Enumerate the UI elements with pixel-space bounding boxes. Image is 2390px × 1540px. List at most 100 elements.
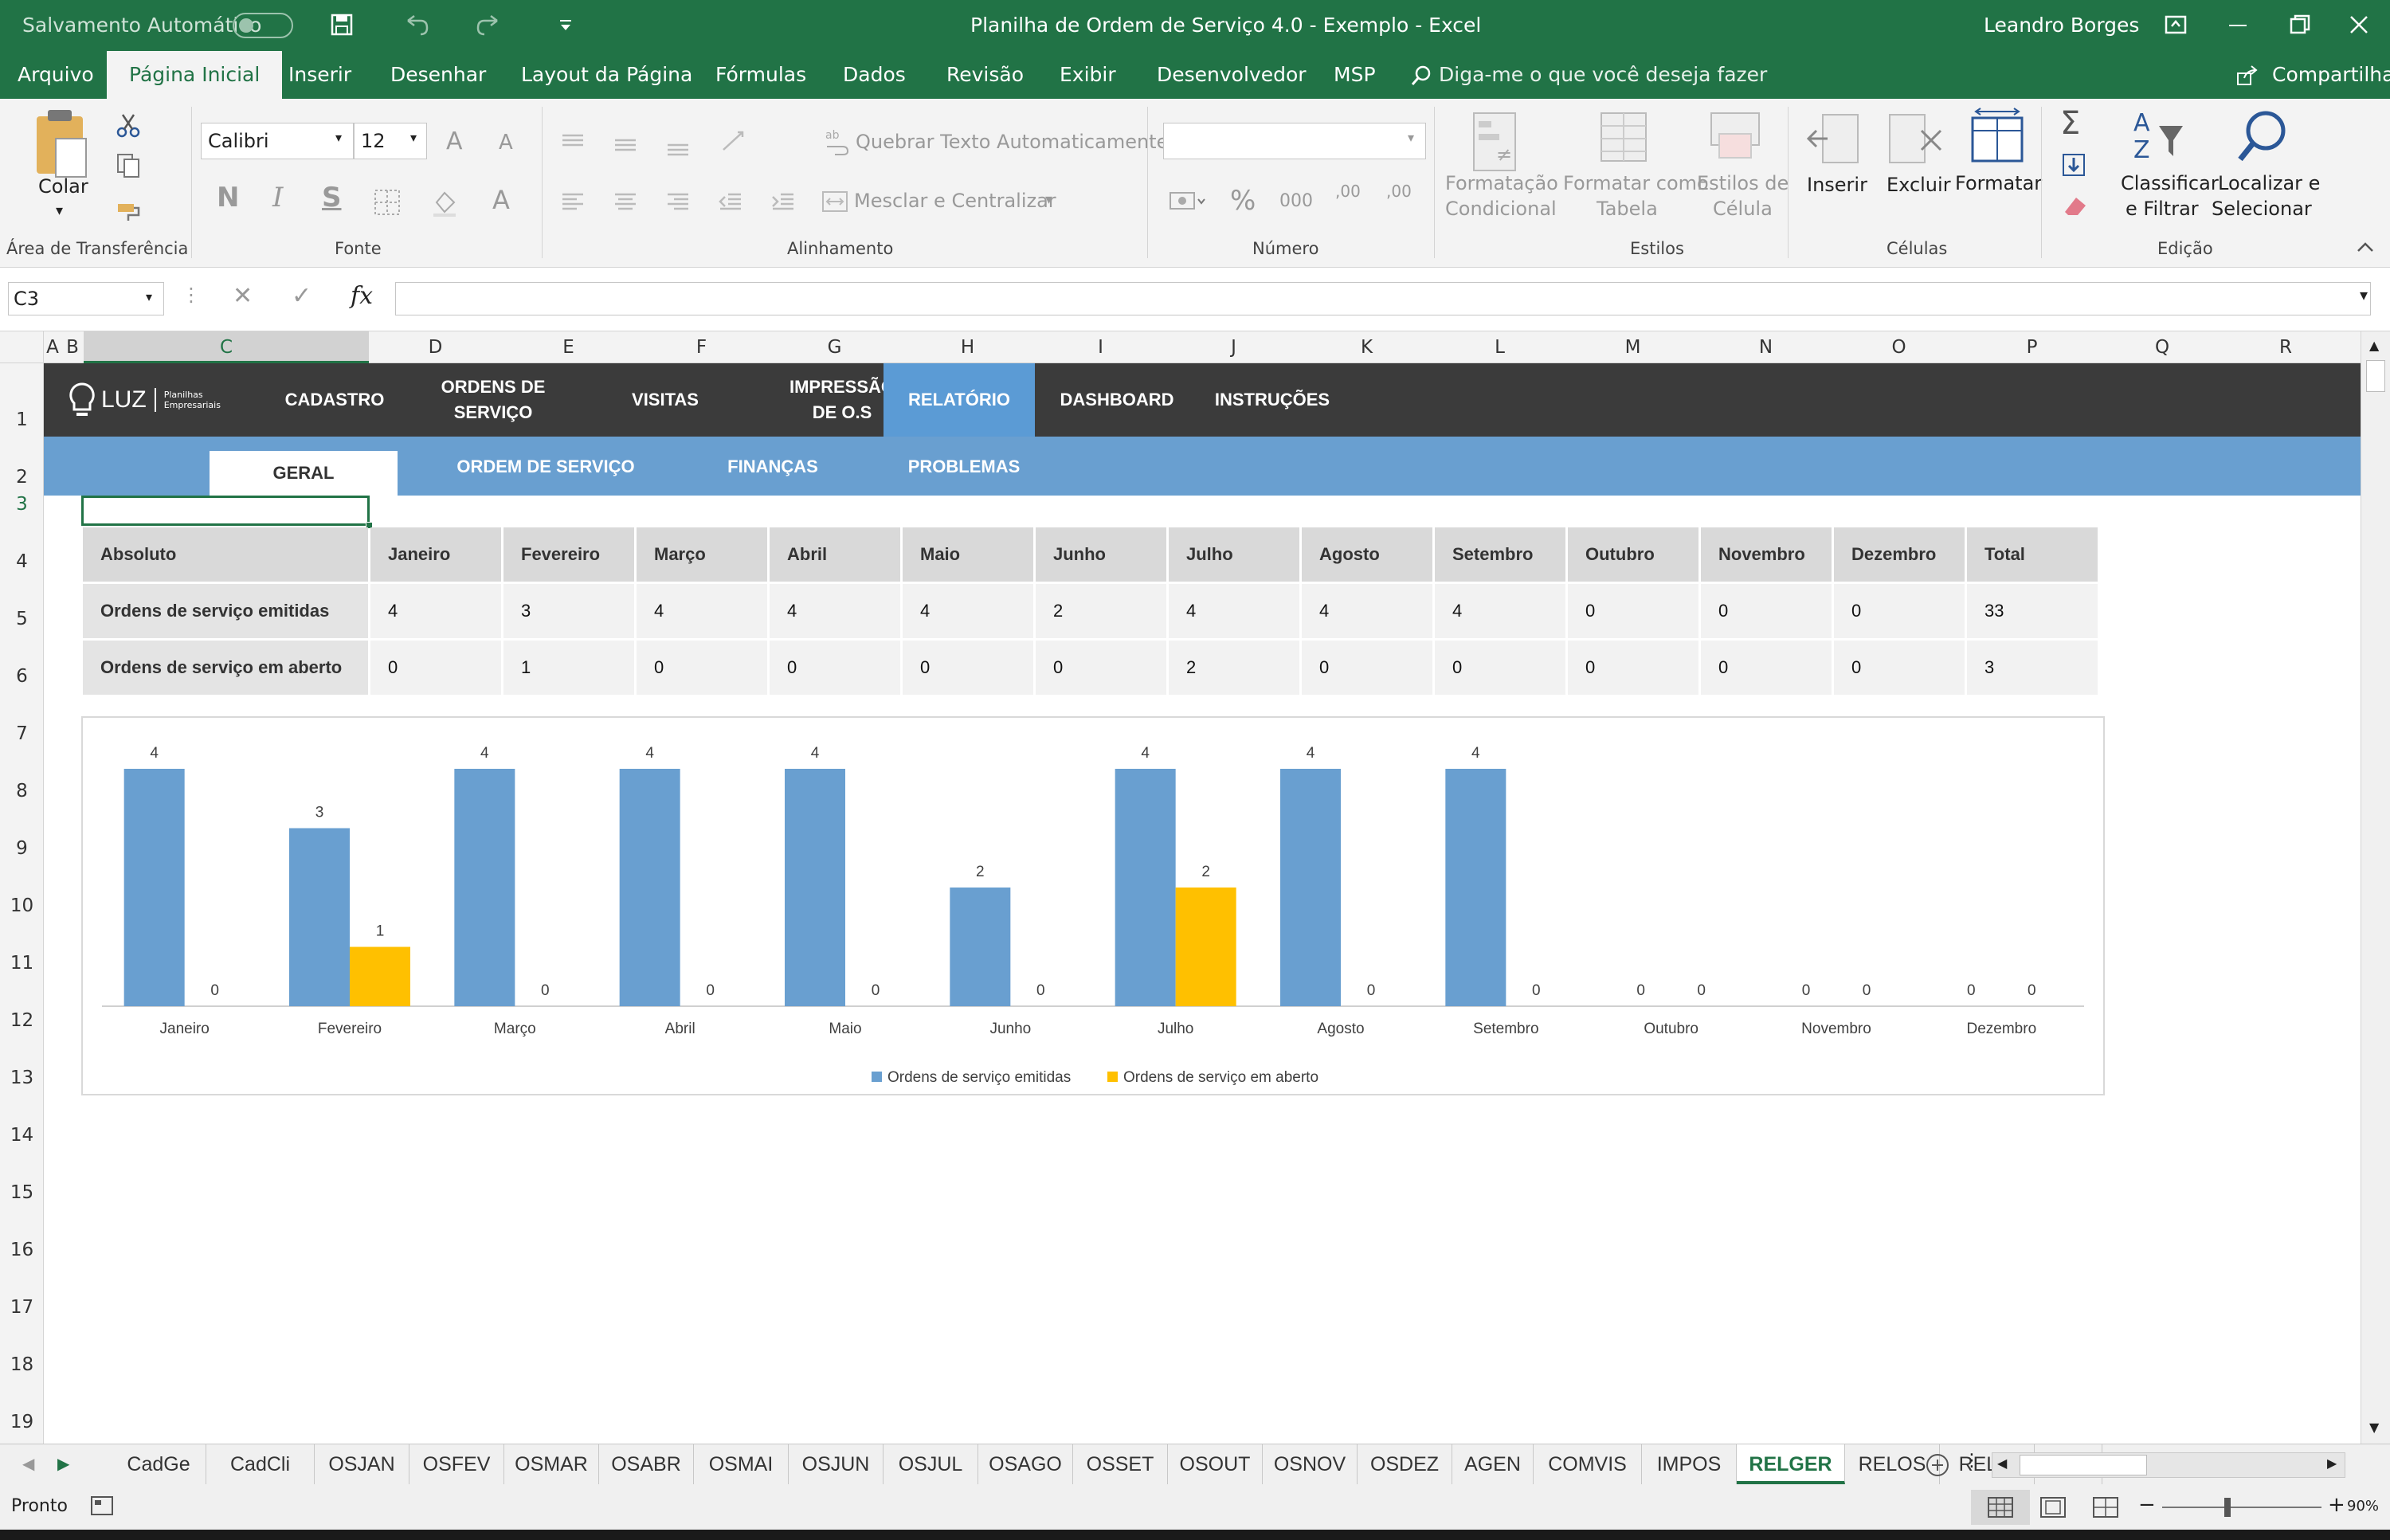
row-header[interactable]: 4: [0, 551, 44, 572]
nav-relatorio[interactable]: RELATÓRIO: [884, 363, 1035, 437]
tab-dados[interactable]: Dados: [843, 51, 906, 99]
sheet-tab[interactable]: IMPOS: [1642, 1444, 1737, 1484]
zoom-out-button[interactable]: −: [2138, 1493, 2156, 1517]
merge-dropdown-icon[interactable]: ▾: [1045, 191, 1052, 208]
font-size-select[interactable]: 12 ▾: [354, 123, 427, 159]
sheet-tab[interactable]: OSOUT: [1168, 1444, 1263, 1484]
column-header[interactable]: L: [1433, 331, 1566, 363]
sheet-tab[interactable]: CadGe: [112, 1444, 206, 1484]
format-as-table-icon[interactable]: [1598, 110, 1651, 174]
delete-cells-button[interactable]: Excluir: [1887, 174, 1951, 196]
row-header[interactable]: 9: [0, 838, 44, 859]
percent-button[interactable]: %: [1230, 185, 1256, 217]
sheet-tab[interactable]: OSMAR: [504, 1444, 599, 1484]
borders-icon[interactable]: [373, 188, 402, 217]
underline-button[interactable]: S: [322, 182, 342, 214]
row-header[interactable]: 14: [0, 1125, 44, 1146]
sheet-tab[interactable]: OSJUL: [884, 1444, 978, 1484]
column-header[interactable]: M: [1566, 331, 1699, 363]
cell-styles-icon[interactable]: [1708, 110, 1764, 174]
zoom-level[interactable]: 90%: [2347, 1498, 2379, 1515]
row-header[interactable]: 2: [0, 467, 44, 488]
find-select-button[interactable]: Localizar e: [2218, 172, 2320, 194]
sort-filter-button[interactable]: Classificar: [2121, 172, 2219, 194]
conditional-formatting-icon[interactable]: ≠: [1471, 110, 1518, 174]
bold-button[interactable]: N: [217, 182, 239, 214]
row-header[interactable]: 12: [0, 1010, 44, 1031]
row-header[interactable]: 5: [0, 609, 44, 629]
row-header[interactable]: 7: [0, 723, 44, 744]
minimize-icon[interactable]: [2226, 13, 2250, 37]
tab-desenvolvedor[interactable]: Desenvolvedor: [1157, 51, 1307, 99]
copy-icon[interactable]: [115, 151, 142, 178]
fill-icon[interactable]: [2060, 151, 2092, 180]
sheet-tab[interactable]: COMVIS: [1534, 1444, 1642, 1484]
column-header[interactable]: R: [2226, 331, 2345, 363]
decrease-indent-icon[interactable]: [717, 190, 744, 214]
zoom-in-button[interactable]: +: [2328, 1493, 2345, 1517]
merge-center-button[interactable]: Mesclar e Centralizar: [854, 190, 1056, 212]
normal-view-button[interactable]: [1971, 1490, 2030, 1525]
wrap-text-button[interactable]: Quebrar Texto Automaticamente: [856, 131, 1168, 153]
prev-sheet-icon[interactable]: ◀: [22, 1454, 34, 1473]
column-header[interactable]: N: [1699, 331, 1832, 363]
collapse-ribbon-icon[interactable]: [2355, 239, 2376, 255]
row-header[interactable]: 18: [0, 1354, 44, 1375]
paste-dropdown-icon[interactable]: ▾: [56, 202, 63, 219]
formula-options-icon[interactable]: ⋮: [182, 284, 201, 306]
sheet-tab[interactable]: OSNOV: [1263, 1444, 1358, 1484]
paste-icon[interactable]: [32, 107, 89, 182]
sheet-tab[interactable]: OSJUN: [789, 1444, 884, 1484]
row-header[interactable]: 16: [0, 1240, 44, 1260]
sheet-tab[interactable]: OSMAI: [694, 1444, 789, 1484]
cut-icon[interactable]: [115, 112, 142, 139]
align-right-icon[interactable]: [664, 190, 692, 214]
autosum-icon[interactable]: Σ: [2060, 105, 2080, 142]
autosave-toggle[interactable]: [233, 13, 293, 38]
tab-msp[interactable]: MSP: [1334, 51, 1376, 99]
merge-center-icon[interactable]: [821, 188, 849, 215]
row-header[interactable]: 10: [0, 895, 44, 916]
tab-layout-da-pagina[interactable]: Layout da Página: [521, 51, 692, 99]
column-header[interactable]: D: [369, 331, 502, 363]
user-name[interactable]: Leandro Borges: [1984, 0, 2139, 51]
insert-function-button[interactable]: fx: [351, 282, 373, 310]
sheet-tab[interactable]: OSSET: [1073, 1444, 1168, 1484]
sheet-tab[interactable]: OSFEV: [409, 1444, 504, 1484]
tab-pagina-inicial[interactable]: Página Inicial: [107, 51, 283, 99]
restore-icon[interactable]: [2288, 13, 2312, 37]
nav-dashboard[interactable]: DASHBOARD: [1048, 363, 1186, 437]
clear-icon[interactable]: [2060, 191, 2092, 220]
format-cells-icon[interactable]: [1968, 107, 2027, 170]
increase-indent-icon[interactable]: [770, 190, 797, 214]
page-layout-icon[interactable]: [2039, 1496, 2067, 1518]
nav-instrucoes[interactable]: INSTRUÇÕES: [1201, 363, 1344, 437]
delete-cells-icon[interactable]: [1885, 110, 1945, 170]
zoom-slider[interactable]: [2162, 1498, 2321, 1517]
tab-exibir[interactable]: Exibir: [1060, 51, 1116, 99]
row-header[interactable]: 8: [0, 781, 44, 801]
format-cells-button[interactable]: Formatar: [1955, 172, 2042, 194]
tab-arquivo[interactable]: Arquivo: [18, 51, 94, 99]
increase-decimal-button[interactable]: ,00: [1335, 182, 1361, 201]
scroll-right-icon[interactable]: ▶: [2327, 1456, 2337, 1471]
selected-cell-c3[interactable]: [81, 496, 370, 526]
sheet-tab[interactable]: OSAGO: [978, 1444, 1073, 1484]
formula-input[interactable]: [395, 282, 2371, 315]
redo-icon[interactable]: [475, 13, 502, 37]
column-header[interactable]: P: [1965, 331, 2098, 363]
close-icon[interactable]: [2347, 13, 2371, 37]
sheet-tab[interactable]: RELGER: [1737, 1444, 1845, 1484]
row-header[interactable]: 1: [0, 409, 44, 430]
align-bottom-icon[interactable]: [664, 137, 692, 161]
sheet-tab[interactable]: OSJAN: [315, 1444, 409, 1484]
number-format-select[interactable]: ▾: [1163, 123, 1426, 159]
subtab-ordem-de-servico[interactable]: ORDEM DE SERVIÇO: [418, 445, 673, 488]
vertical-scrollbar[interactable]: ▲ ▼: [2361, 331, 2390, 1444]
column-header[interactable]: B: [61, 331, 84, 363]
row-header-selected[interactable]: 3: [0, 494, 44, 515]
tab-inserir[interactable]: Inserir: [288, 51, 351, 99]
format-as-table-button[interactable]: Formatar como: [1563, 172, 1709, 194]
sort-filter-icon[interactable]: AZ: [2130, 107, 2186, 170]
insert-cells-icon[interactable]: [1804, 110, 1863, 170]
